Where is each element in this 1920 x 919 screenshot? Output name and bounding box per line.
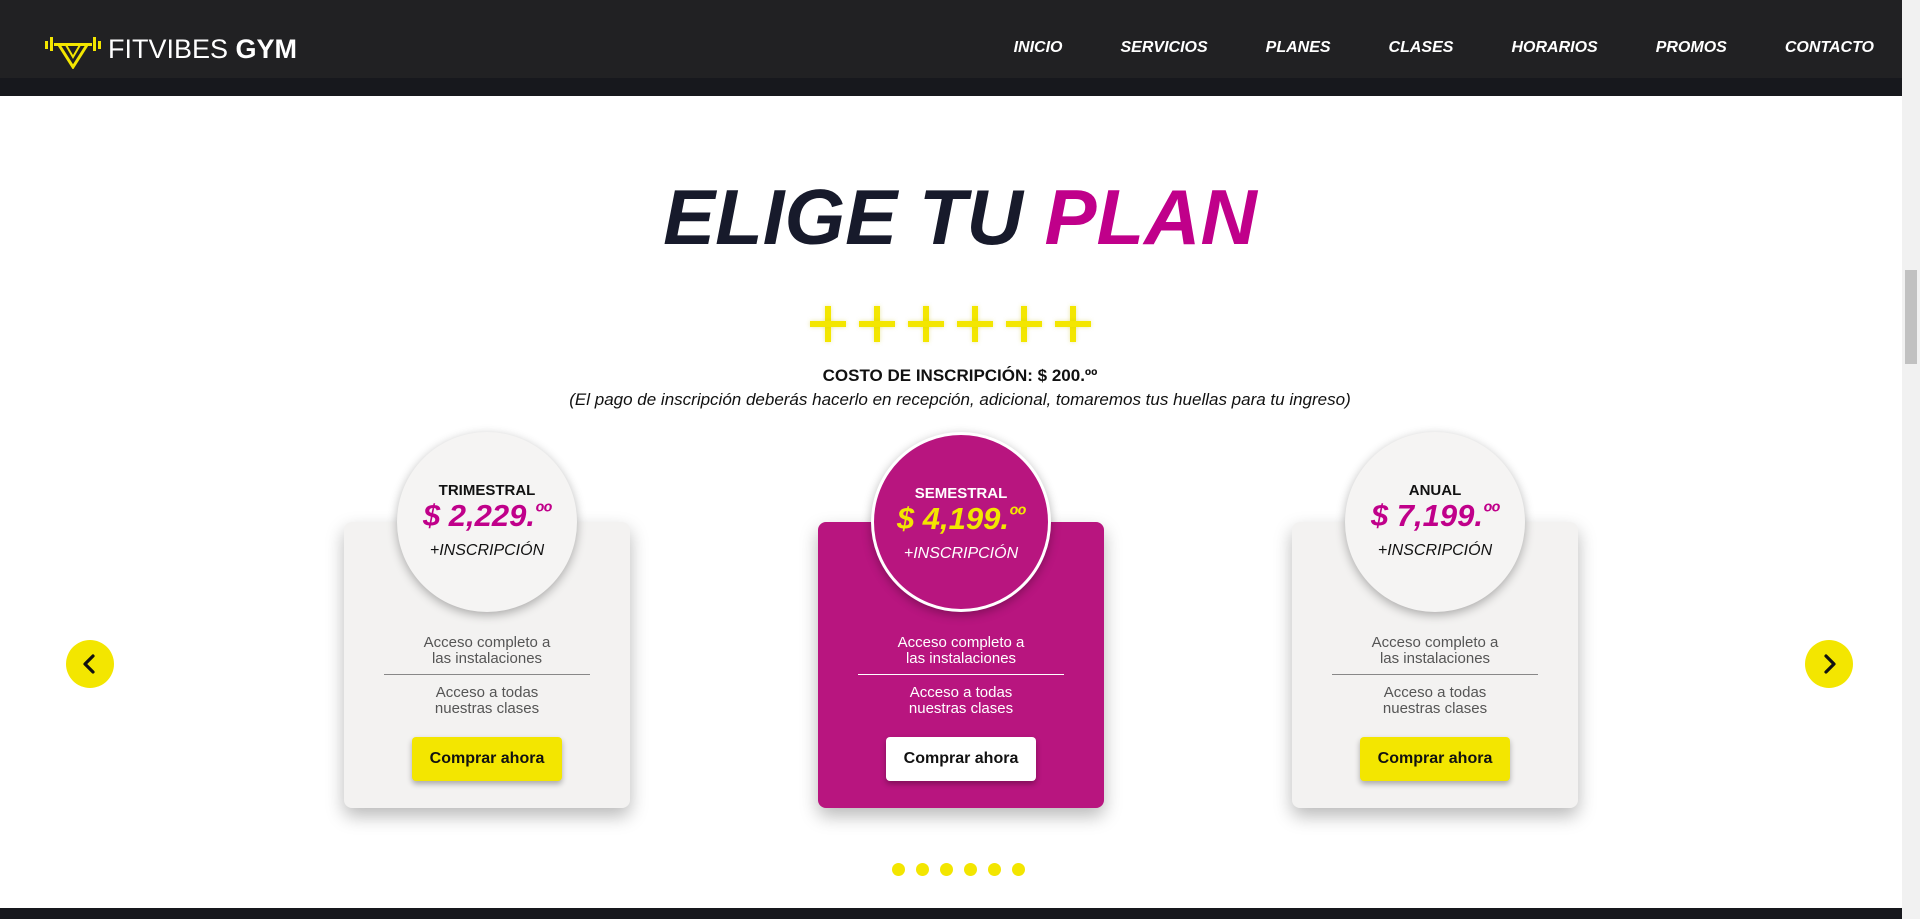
- price-value: $ 7,199.: [1370, 498, 1483, 533]
- page-scrollbar[interactable]: [1902, 0, 1920, 919]
- plan-price-badge: SEMESTRAL $ 4,199.ºº +INSCRIPCIÓN: [871, 432, 1051, 612]
- nav-horarios[interactable]: HORARIOS: [1511, 39, 1597, 57]
- feature-line: Acceso a todas: [435, 684, 539, 701]
- registration-cost: COSTO DE INSCRIPCIÓN: $ 200.ºº: [822, 366, 1098, 385]
- nav-promos[interactable]: PROMOS: [1656, 39, 1727, 57]
- nav-clases[interactable]: CLASES: [1389, 39, 1454, 57]
- decorative-plus-row: [810, 300, 1110, 348]
- carousel-dot[interactable]: [916, 863, 929, 876]
- plan-price: $ 4,199.ºº: [874, 501, 1048, 537]
- buy-now-button[interactable]: Comprar ahora: [1360, 737, 1510, 781]
- nav-contacto[interactable]: CONTACTO: [1785, 39, 1874, 57]
- plan-feature-facilities: Acceso completo a las instalaciones: [818, 635, 1104, 667]
- feature-line: nuestras clases: [908, 700, 1014, 717]
- plan-registration-note: +INSCRIPCIÓN: [1377, 542, 1493, 559]
- plus-icon: [908, 306, 944, 342]
- carousel-dot[interactable]: [892, 863, 905, 876]
- main-nav: INICIO SERVICIOS PLANES CLASES HORARIOS …: [956, 0, 1874, 96]
- plus-icon: [810, 306, 846, 342]
- plus-icon: [1055, 306, 1091, 342]
- brand-name-light: FITVIBES: [108, 33, 229, 64]
- carousel-dot[interactable]: [964, 863, 977, 876]
- buy-now-button[interactable]: Comprar ahora: [412, 737, 562, 781]
- title-part1: ELIGE TU: [663, 173, 1023, 261]
- plan-feature-classes: Acceso a todas nuestras clases: [1292, 685, 1578, 717]
- feature-line: las instalaciones: [431, 650, 543, 667]
- feature-divider: [384, 674, 590, 675]
- plan-registration-note: +INSCRIPCIÓN: [903, 545, 1019, 562]
- feature-line: nuestras clases: [434, 700, 540, 717]
- feature-line: Acceso completo a: [1371, 634, 1499, 651]
- plan-feature-facilities: Acceso completo a las instalaciones: [344, 635, 630, 667]
- feature-line: Acceso a todas: [909, 684, 1013, 701]
- title-part2: PLAN: [1044, 173, 1257, 261]
- brand-logo[interactable]: FITVIBES GYM: [44, 29, 297, 70]
- plus-icon: [1006, 306, 1042, 342]
- plan-registration-note: +INSCRIPCIÓN: [429, 542, 545, 559]
- nav-servicios[interactable]: SERVICIOS: [1121, 39, 1208, 57]
- plus-icon: [859, 306, 895, 342]
- plan-feature-classes: Acceso a todas nuestras clases: [818, 685, 1104, 717]
- plus-icon: [957, 306, 993, 342]
- feature-line: Acceso completo a: [897, 634, 1025, 651]
- site-header: FITVIBES GYM INICIO SERVICIOS PLANES CLA…: [0, 0, 1902, 96]
- plan-price-badge: ANUAL $ 7,199.ºº +INSCRIPCIÓN: [1345, 432, 1525, 612]
- nav-inicio[interactable]: INICIO: [1014, 39, 1063, 57]
- brand-name-bold: GYM: [235, 33, 298, 64]
- carousel-pagination: [892, 863, 1036, 877]
- plan-price-badge: TRIMESTRAL $ 2,229.ºº +INSCRIPCIÓN: [397, 432, 577, 612]
- nav-planes[interactable]: PLANES: [1266, 39, 1331, 57]
- scrollbar-thumb[interactable]: [1905, 270, 1917, 364]
- plan-price: $ 2,229.ºº: [397, 498, 577, 534]
- feature-line: Acceso completo a: [423, 634, 551, 651]
- plan-feature-facilities: Acceso completo a las instalaciones: [1292, 635, 1578, 667]
- registration-note: (El pago de inscripción deberás hacerlo …: [569, 390, 1351, 409]
- carousel-prev-button[interactable]: [66, 640, 114, 688]
- plan-name: SEMESTRAL: [914, 485, 1008, 502]
- header-inner: FITVIBES GYM INICIO SERVICIOS PLANES CLA…: [0, 0, 1902, 96]
- price-value: $ 4,199.: [896, 501, 1009, 536]
- price-cents: ºº: [1008, 502, 1026, 527]
- price-value: $ 2,229.: [422, 498, 535, 533]
- plan-feature-classes: Acceso a todas nuestras clases: [344, 685, 630, 717]
- chevron-right-icon: [1824, 654, 1836, 674]
- feature-divider: [1332, 674, 1538, 675]
- chevron-left-icon: [83, 654, 95, 674]
- plan-name: TRIMESTRAL: [438, 482, 536, 499]
- price-cents: ºº: [534, 499, 552, 524]
- feature-line: las instalaciones: [1379, 650, 1491, 667]
- dumbbell-v-icon: [44, 29, 102, 70]
- section-title: ELIGE TU PLAN: [0, 172, 1920, 263]
- feature-line: Acceso a todas: [1383, 684, 1487, 701]
- carousel-dot[interactable]: [1012, 863, 1025, 876]
- feature-divider: [858, 674, 1064, 675]
- brand-name: FITVIBES GYM: [108, 34, 297, 65]
- carousel-next-button[interactable]: [1805, 640, 1853, 688]
- plan-name: ANUAL: [1408, 482, 1462, 499]
- buy-now-button[interactable]: Comprar ahora: [886, 737, 1036, 781]
- footer-edge: [0, 908, 1902, 919]
- feature-line: las instalaciones: [905, 650, 1017, 667]
- price-cents: ºº: [1482, 499, 1500, 524]
- plan-price: $ 7,199.ºº: [1345, 498, 1525, 534]
- feature-line: nuestras clases: [1382, 700, 1488, 717]
- carousel-dot[interactable]: [940, 863, 953, 876]
- carousel-dot[interactable]: [988, 863, 1001, 876]
